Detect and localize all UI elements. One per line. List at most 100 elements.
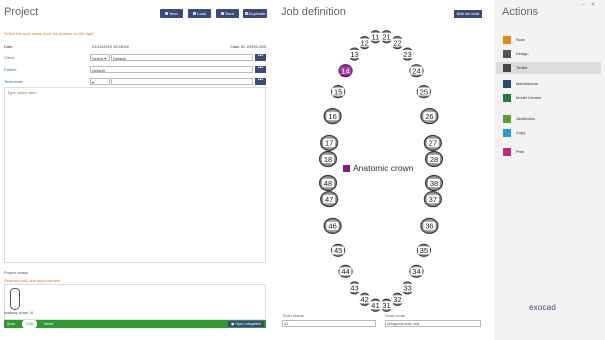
tooth-22[interactable]: 22 [391, 36, 404, 50]
tooth-34[interactable]: 34 [409, 264, 424, 278]
tooth-number: 32 [393, 295, 401, 304]
action-scan[interactable]: Scan [496, 34, 601, 46]
action-jawmotion[interactable]: JawMotion [496, 113, 601, 125]
action-design[interactable]: Design [496, 48, 601, 60]
tooth-36[interactable]: 36 [420, 217, 439, 235]
action-label: Scan [516, 37, 526, 42]
tooth-24[interactable]: 24 [409, 64, 424, 78]
tooth-11[interactable]: 11 [369, 30, 382, 44]
project-pane: Project New Load Save Duplicate Select t… [0, 0, 270, 340]
tooth-outline-icon [10, 288, 20, 310]
progress-step-scan: Scan [7, 322, 15, 326]
tooth-46[interactable]: 46 [323, 217, 342, 235]
scan-mode-select[interactable]: Antagonist scan only [385, 320, 481, 327]
action-label: Design [516, 51, 529, 56]
legend: Anatomic crown [343, 163, 413, 173]
tooth-42[interactable]: 42 [358, 292, 371, 306]
patient-select[interactable]: Default [90, 66, 253, 73]
action-label: JawMotion [516, 116, 536, 121]
scan-icon [503, 36, 511, 44]
tooth-number: 35 [420, 246, 428, 255]
progress-step-model: Model [44, 322, 54, 326]
tooth-13[interactable]: 13 [348, 47, 361, 61]
toolkit-icon [503, 64, 511, 72]
tooth-37[interactable]: 37 [423, 190, 442, 208]
load-button[interactable]: Load [188, 9, 211, 18]
action-manufacture[interactable]: Manufacture [496, 78, 601, 90]
tooth-shade-select[interactable]: A1 [282, 320, 376, 327]
tooth-number: 16 [328, 112, 336, 121]
progress-bar: Scan CAD Model ▣ Open completed [4, 320, 266, 328]
tooth-number: 11 [372, 33, 380, 42]
model-creator-icon [503, 94, 511, 102]
tooth-21[interactable]: 21 [380, 30, 393, 44]
tooth-31[interactable]: 31 [380, 298, 393, 312]
action-label: Print [516, 149, 525, 154]
client-select[interactable]: Default [111, 54, 253, 61]
tooth-number: 28 [430, 155, 438, 164]
tooth-38[interactable]: 38 [424, 174, 444, 192]
tooth-number: 15 [334, 87, 342, 96]
tooth-41[interactable]: 41 [369, 298, 382, 312]
legend-swatch [343, 165, 350, 173]
action-model-creator[interactable]: Model Creator [496, 92, 601, 104]
tooth-12[interactable]: 12 [358, 36, 371, 50]
open-completed-button[interactable]: ▣ Open completed [228, 321, 264, 327]
action-copy[interactable]: Copy [496, 127, 601, 139]
design-icon [503, 50, 511, 58]
tooth-43[interactable]: 43 [348, 281, 361, 295]
tooth-25[interactable]: 25 [416, 85, 431, 99]
action-print[interactable]: Print [496, 146, 601, 158]
tooth-27[interactable]: 27 [423, 134, 442, 152]
tooth-number: 34 [412, 267, 420, 276]
tooth-23[interactable]: 23 [401, 47, 414, 61]
technician-more-button[interactable]: ••• [255, 78, 266, 85]
tooth-number: 14 [341, 66, 349, 75]
minimize-icon[interactable]: – [582, 2, 585, 8]
technician-select[interactable] [111, 78, 253, 85]
close-icon[interactable]: ✕ [591, 2, 595, 8]
save-button[interactable]: Save [216, 9, 239, 18]
tooth-17[interactable]: 17 [320, 134, 339, 152]
tooth-number: 38 [430, 179, 438, 188]
actions-title: Actions [502, 6, 539, 18]
tooth-number: 37 [429, 195, 437, 204]
tooth-47[interactable]: 47 [320, 190, 339, 208]
tooth-number: 18 [324, 155, 332, 164]
technician-filter-select[interactable]: ▾ [90, 78, 110, 85]
tooth-14[interactable]: 14 [338, 64, 353, 78]
tooth-number: 17 [325, 139, 333, 148]
tooth-number: 12 [360, 38, 368, 47]
tooth-15[interactable]: 15 [331, 85, 346, 99]
project-status-box [4, 284, 266, 320]
tooth-26[interactable]: 26 [420, 107, 439, 125]
tooth-16[interactable]: 16 [323, 107, 342, 125]
print-icon [503, 148, 511, 156]
tooth-shade-label: Tooth shade [282, 313, 304, 318]
patient-more-button[interactable]: ••• [255, 66, 266, 73]
client-filter-select[interactable]: Select ▾ [90, 54, 110, 61]
copy-icon [503, 129, 511, 137]
tooth-28[interactable]: 28 [424, 150, 444, 168]
action-label: Manufacture [516, 81, 539, 86]
tooth-number: 21 [382, 33, 390, 42]
duplicate-button[interactable]: Duplicate [243, 9, 267, 18]
date-value: 21/10/2019 15:18:54 [92, 44, 129, 49]
tooth-33[interactable]: 33 [401, 281, 414, 295]
new-button[interactable]: New [160, 9, 183, 18]
tooth-45[interactable]: 45 [331, 243, 346, 257]
tooth-18[interactable]: 18 [318, 150, 338, 168]
exocad-logo: exocad [529, 303, 556, 312]
project-status-title: Project status [4, 270, 29, 275]
tooth-32[interactable]: 32 [391, 292, 404, 306]
jawmotion-icon [503, 115, 511, 123]
client-more-button[interactable]: ••• [255, 54, 266, 61]
action-toolkit[interactable]: Toolkit [496, 62, 601, 74]
tooth-number: 45 [334, 246, 342, 255]
tooth-number: 13 [350, 50, 358, 59]
tooth-44[interactable]: 44 [338, 264, 353, 278]
legend-label: Anatomic crown [353, 163, 414, 173]
tooth-35[interactable]: 35 [416, 243, 431, 257]
tooth-48[interactable]: 48 [318, 174, 338, 192]
notes-textarea[interactable]: Type notes here... [4, 87, 266, 263]
